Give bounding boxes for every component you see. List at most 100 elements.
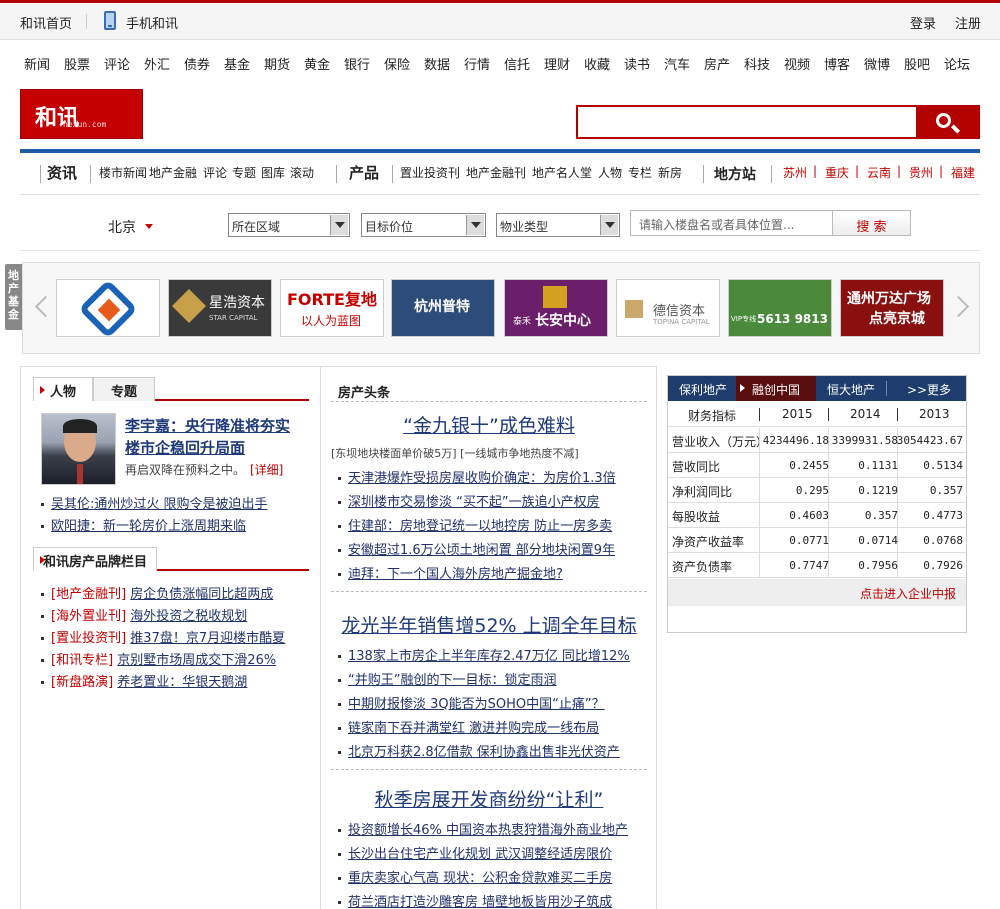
nav-item[interactable]: 行情: [464, 54, 490, 73]
column-link[interactable]: 养老置业：华银天鹅湖: [117, 675, 247, 690]
nav-item[interactable]: 博客: [824, 54, 850, 73]
column-link[interactable]: 推37盘！京7月迎楼市酷夏: [130, 631, 285, 646]
feature-title-line2[interactable]: 楼市企稳回升局面: [125, 437, 245, 458]
headline-link[interactable]: 链家南下吞并满堂红 激进并购完成一线布局: [348, 721, 599, 736]
nav-item[interactable]: 汽车: [664, 54, 690, 73]
column-link[interactable]: 房企负债涨幅同比超两成: [130, 587, 273, 602]
channel-product-item[interactable]: 专栏: [628, 164, 652, 181]
hexun-logo[interactable]: 和讯 hexun.com: [20, 89, 143, 139]
nav-item[interactable]: 数据: [424, 54, 450, 73]
channel-product-item[interactable]: 地产金融刊: [466, 164, 526, 181]
headline-link[interactable]: 迪拜：下一个国人海外房地产掘金地?: [348, 567, 563, 582]
nav-item[interactable]: 收藏: [584, 54, 610, 73]
register-link[interactable]: 注册: [955, 13, 981, 32]
tab-topics[interactable]: 专题: [93, 377, 155, 401]
fund-logo[interactable]: 杭州普特: [391, 279, 495, 337]
company-tab[interactable]: 保利地产: [670, 376, 736, 401]
nav-item[interactable]: 信托: [504, 54, 530, 73]
column-link[interactable]: 海外投资之税收规划: [130, 609, 247, 624]
headline-link[interactable]: “并购王”融创的下一目标：锁定雨润: [348, 673, 556, 688]
channel-product-item[interactable]: 置业投资刊: [400, 164, 460, 181]
headline-link[interactable]: 深圳楼市交易惨淡 “买不起”一族追小产权房: [348, 495, 600, 510]
caret-down-icon[interactable]: [145, 224, 153, 229]
fund-logo[interactable]: 通州万达广场 点亮京城: [840, 279, 944, 337]
column-tag[interactable]: [海外置业刊]: [51, 609, 126, 624]
channel-local-item[interactable]: 贵州: [909, 164, 933, 181]
channel-news-item[interactable]: 专题: [232, 164, 256, 181]
enterprise-report-link[interactable]: 点击进入企业中报: [860, 585, 956, 602]
city-selector[interactable]: 北京: [108, 217, 136, 237]
channel-product-item[interactable]: 新房: [658, 164, 682, 181]
keyword-input[interactable]: 请输入楼盘名或者具体位置...: [630, 210, 833, 236]
headline-title[interactable]: 龙光半年销售增52% 上调全年目标: [331, 611, 647, 638]
channel-local-item[interactable]: 云南: [867, 164, 891, 181]
headline-link[interactable]: 住建部：房地登记统一以地控房 防止一房多卖: [348, 519, 612, 534]
site-search-button[interactable]: [916, 105, 980, 139]
headline-link[interactable]: 荷兰酒店打造沙雕客房 墙壁地板皆用沙子筑成: [348, 895, 612, 909]
nav-item[interactable]: 银行: [344, 54, 370, 73]
channel-product-item[interactable]: 人物: [598, 164, 622, 181]
home-link[interactable]: 和讯首页: [20, 13, 72, 32]
nav-item[interactable]: 基金: [224, 54, 250, 73]
carousel-next-icon[interactable]: [957, 293, 967, 319]
mobile-phone-icon[interactable]: [104, 11, 116, 30]
headline-link[interactable]: 北京万科获2.8亿借款 保利协鑫出售非光伏资产: [348, 745, 620, 760]
fund-logo[interactable]: 5613 9813 VIP专线: [728, 279, 832, 337]
company-tab[interactable]: 融创中国: [736, 376, 816, 401]
nav-item[interactable]: 股吧: [904, 54, 930, 73]
price-select[interactable]: 目标价位: [361, 213, 486, 237]
site-search-input[interactable]: [576, 105, 918, 139]
headline-title[interactable]: “金九银十”成色难料: [331, 411, 647, 438]
company-tab[interactable]: 恒大地产: [818, 376, 884, 401]
nav-item[interactable]: 房产: [704, 54, 730, 73]
fund-logo[interactable]: 星浩资本 STAR CAPITAL: [168, 279, 272, 337]
headline-link[interactable]: 长沙出台住宅产业化规划 武汉调整经适房限价: [348, 847, 612, 862]
people-link[interactable]: 吴其伦:通州炒过火 限购令是被迫出手: [51, 497, 268, 512]
channel-local-item[interactable]: 重庆: [825, 164, 849, 181]
column-link[interactable]: 京别墅市场周成交下滑26%: [117, 653, 276, 668]
headline-link[interactable]: 安徽超过1.6万公顷土地闲置 部分地块闲置9年: [348, 543, 615, 558]
channel-news-item[interactable]: 图库: [261, 164, 285, 181]
fund-logo[interactable]: [56, 279, 160, 337]
people-link[interactable]: 欧阳捷：新一轮房价上涨周期来临: [51, 519, 246, 534]
nav-item[interactable]: 理财: [544, 54, 570, 73]
feature-title[interactable]: 李宇嘉：央行降准将夯实: [125, 415, 290, 436]
headline-link[interactable]: 中期财报惨淡 3Q能否为SOHO中国“止痛”？: [348, 697, 605, 712]
nav-item[interactable]: 评论: [104, 54, 130, 73]
nav-item[interactable]: 债券: [184, 54, 210, 73]
mobile-link[interactable]: 手机和讯: [126, 13, 178, 32]
type-select[interactable]: 物业类型: [496, 213, 620, 237]
fund-logo[interactable]: FORTE复地 以人为蓝图: [280, 279, 384, 337]
nav-item[interactable]: 读书: [624, 54, 650, 73]
channel-local-item[interactable]: 福建: [951, 164, 975, 181]
nav-item[interactable]: 股票: [64, 54, 90, 73]
channel-product-item[interactable]: 地产名人堂: [532, 164, 592, 181]
headline-sublinks[interactable]: [东坝地块楼面单价破5万] [一线城市争地热度不减]: [331, 445, 579, 461]
headline-link[interactable]: 138家上市房企上半年库存2.47万亿 同比增12%: [348, 649, 630, 664]
tab-brand[interactable]: 和讯房产品牌栏目: [33, 547, 157, 571]
column-tag[interactable]: [和讯专栏]: [51, 653, 113, 668]
avatar[interactable]: [41, 413, 116, 485]
nav-item[interactable]: 科技: [744, 54, 770, 73]
feature-more-link[interactable]: [详细]: [250, 461, 283, 478]
channel-head-news[interactable]: 资讯: [47, 162, 77, 183]
channel-head-products[interactable]: 产品: [349, 162, 379, 183]
channel-news-item[interactable]: 楼市新闻: [99, 164, 147, 181]
headline-link[interactable]: 投资额增长46% 中国资本热衷狩猎海外商业地产: [348, 823, 628, 838]
headline-title[interactable]: 秋季房展开发商纷纷“让利”: [331, 785, 647, 812]
channel-news-item[interactable]: 评论: [203, 164, 227, 181]
login-link[interactable]: 登录: [910, 13, 936, 32]
fund-logo[interactable]: 长安中心 泰禾: [504, 279, 608, 337]
column-tag[interactable]: [置业投资刊]: [51, 631, 126, 646]
column-tag[interactable]: [地产金融刊]: [51, 587, 126, 602]
nav-item[interactable]: 微博: [864, 54, 890, 73]
channel-head-local[interactable]: 地方站: [714, 164, 756, 184]
nav-item[interactable]: 外汇: [144, 54, 170, 73]
nav-item[interactable]: 论坛: [944, 54, 970, 73]
channel-news-item[interactable]: 滚动: [290, 164, 314, 181]
nav-item[interactable]: 保险: [384, 54, 410, 73]
channel-local-item[interactable]: 苏州: [783, 164, 807, 181]
tab-people[interactable]: 人物: [33, 377, 93, 401]
channel-news-item[interactable]: 地产金融: [149, 164, 197, 181]
fund-tab[interactable]: 地产基金: [5, 264, 22, 330]
